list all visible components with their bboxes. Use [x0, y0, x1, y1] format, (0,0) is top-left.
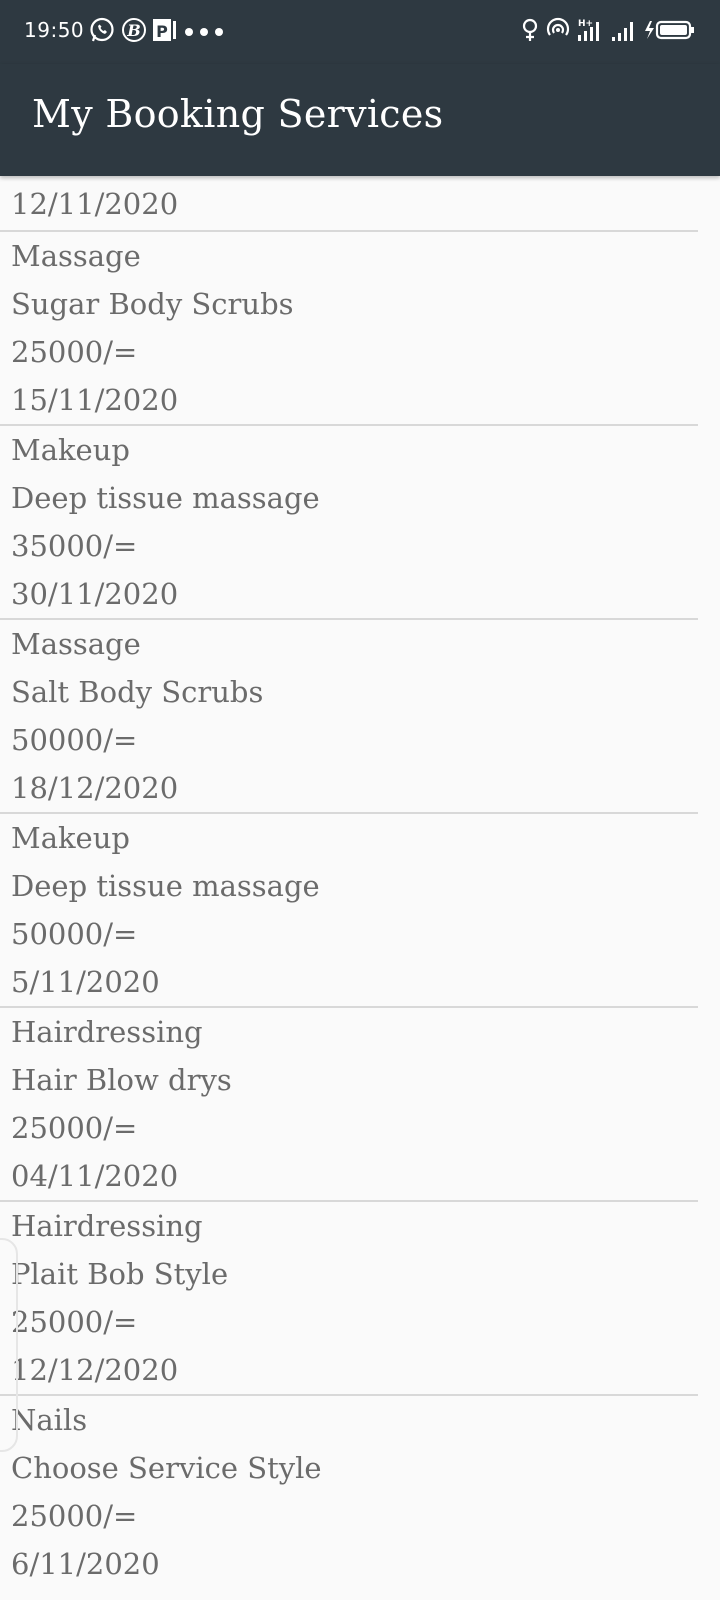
- booking-category: Nails: [11, 1403, 88, 1437]
- booking-category: Massage: [11, 239, 141, 273]
- system-icons: H+: [520, 17, 696, 47]
- app-toolbar: My Booking Services: [0, 64, 720, 176]
- booking-service: Hair Blow drys: [11, 1063, 232, 1097]
- booking-price: 25000/=: [11, 1305, 138, 1339]
- svg-text:P: P: [156, 22, 168, 41]
- battery-charging-icon: [642, 17, 696, 47]
- list-item[interactable]: Massage Sugar Body Scrubs 25000/= 15/11/…: [0, 232, 698, 426]
- booking-price: 25000/=: [11, 335, 138, 369]
- booking-price: 35000/=: [11, 529, 138, 563]
- booking-service: Deep tissue massage: [11, 869, 320, 903]
- notification-icons: B P: [88, 17, 225, 47]
- booking-price: 25000/=: [11, 1111, 138, 1145]
- booking-category: Hairdressing: [11, 1015, 203, 1049]
- booking-list[interactable]: 12/11/2020 Massage Sugar Body Scrubs 250…: [0, 176, 720, 1588]
- booking-date: 15/11/2020: [11, 383, 179, 417]
- booking-price: 25000/=: [11, 1499, 138, 1533]
- list-item[interactable]: Makeup Deep tissue massage 35000/= 30/11…: [0, 426, 698, 620]
- booking-service: Deep tissue massage: [11, 481, 320, 515]
- hotspot-icon: [546, 17, 570, 47]
- list-item[interactable]: Nails Choose Service Style 25000/= 6/11/…: [0, 1396, 698, 1588]
- booking-service: Salt Body Scrubs: [11, 675, 264, 709]
- list-item[interactable]: Massage Salt Body Scrubs 50000/= 18/12/2…: [0, 620, 698, 814]
- signal-4g-icon: H+: [576, 17, 604, 47]
- svg-text:B: B: [126, 21, 141, 40]
- booking-date: 30/11/2020: [11, 577, 179, 611]
- booking-category: Makeup: [11, 821, 130, 855]
- list-item[interactable]: Hairdressing Hair Blow drys 25000/= 04/1…: [0, 1008, 698, 1202]
- status-time: 19:50: [24, 18, 85, 42]
- list-item-date: 12/11/2020: [0, 176, 698, 232]
- list-item[interactable]: Hairdressing Plait Bob Style 25000/= 12/…: [0, 1202, 698, 1396]
- more-dots-icon: [183, 23, 225, 42]
- booking-date: 18/12/2020: [11, 771, 179, 805]
- booking-category: Makeup: [11, 433, 130, 467]
- female-icon: [520, 17, 540, 47]
- status-bar: 19:50 B P H+: [0, 0, 720, 64]
- list-item[interactable]: Makeup Deep tissue massage 50000/= 5/11/…: [0, 814, 698, 1008]
- booking-service: Sugar Body Scrubs: [11, 287, 294, 321]
- booking-category: Hairdressing: [11, 1209, 203, 1243]
- booking-date: 5/11/2020: [11, 965, 160, 999]
- booking-date: 12/12/2020: [11, 1353, 179, 1387]
- booking-date: 04/11/2020: [11, 1159, 179, 1193]
- booking-service: Plait Bob Style: [11, 1257, 229, 1291]
- page-title: My Booking Services: [32, 92, 444, 136]
- booking-date: 6/11/2020: [11, 1547, 160, 1581]
- whatsapp-icon: [88, 16, 116, 48]
- booking-price: 50000/=: [11, 723, 138, 757]
- parking-app-icon: P: [152, 17, 178, 47]
- signal-icon: [610, 17, 636, 47]
- booking-service: Choose Service Style: [11, 1451, 322, 1485]
- b-app-icon: B: [121, 17, 147, 47]
- booking-price: 50000/=: [11, 917, 138, 951]
- edge-swipe-handle[interactable]: [0, 1238, 18, 1452]
- booking-category: Massage: [11, 627, 141, 661]
